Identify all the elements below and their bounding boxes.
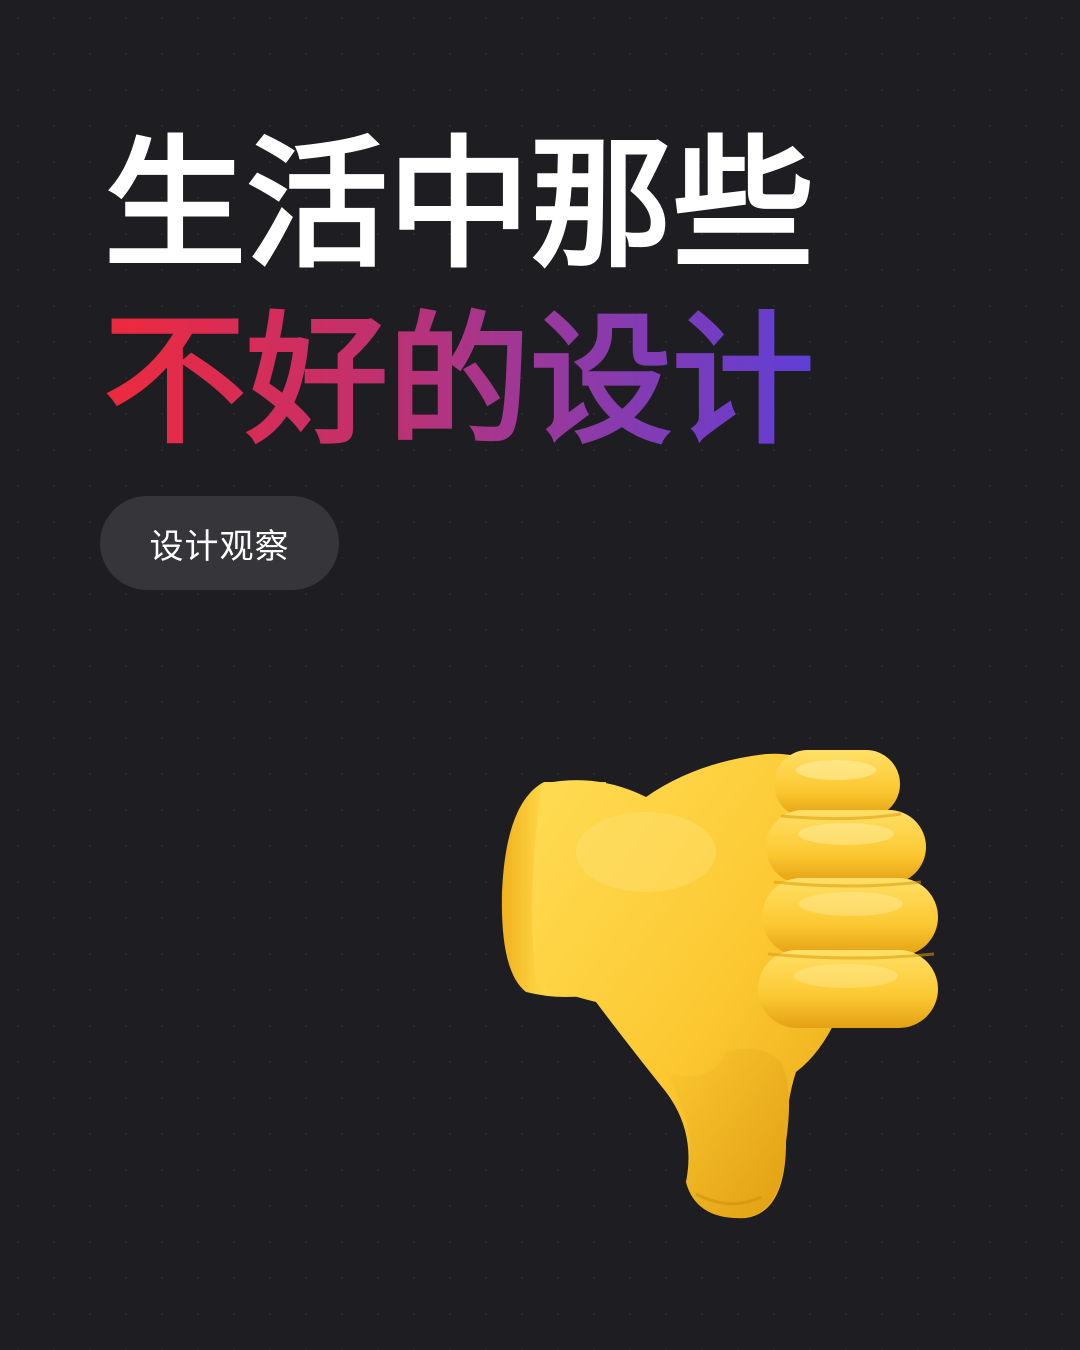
thumbs-down-icon — [496, 742, 946, 1222]
headline-line-1: 生活中那些 — [104, 123, 814, 288]
headline-line-2: 不好的设计 — [104, 294, 814, 470]
category-tag-label: 设计观察 — [149, 526, 290, 567]
category-tag[interactable]: 设计观察 — [100, 496, 339, 590]
cover-headline: 生活中那些 不好的设计 — [104, 118, 814, 470]
